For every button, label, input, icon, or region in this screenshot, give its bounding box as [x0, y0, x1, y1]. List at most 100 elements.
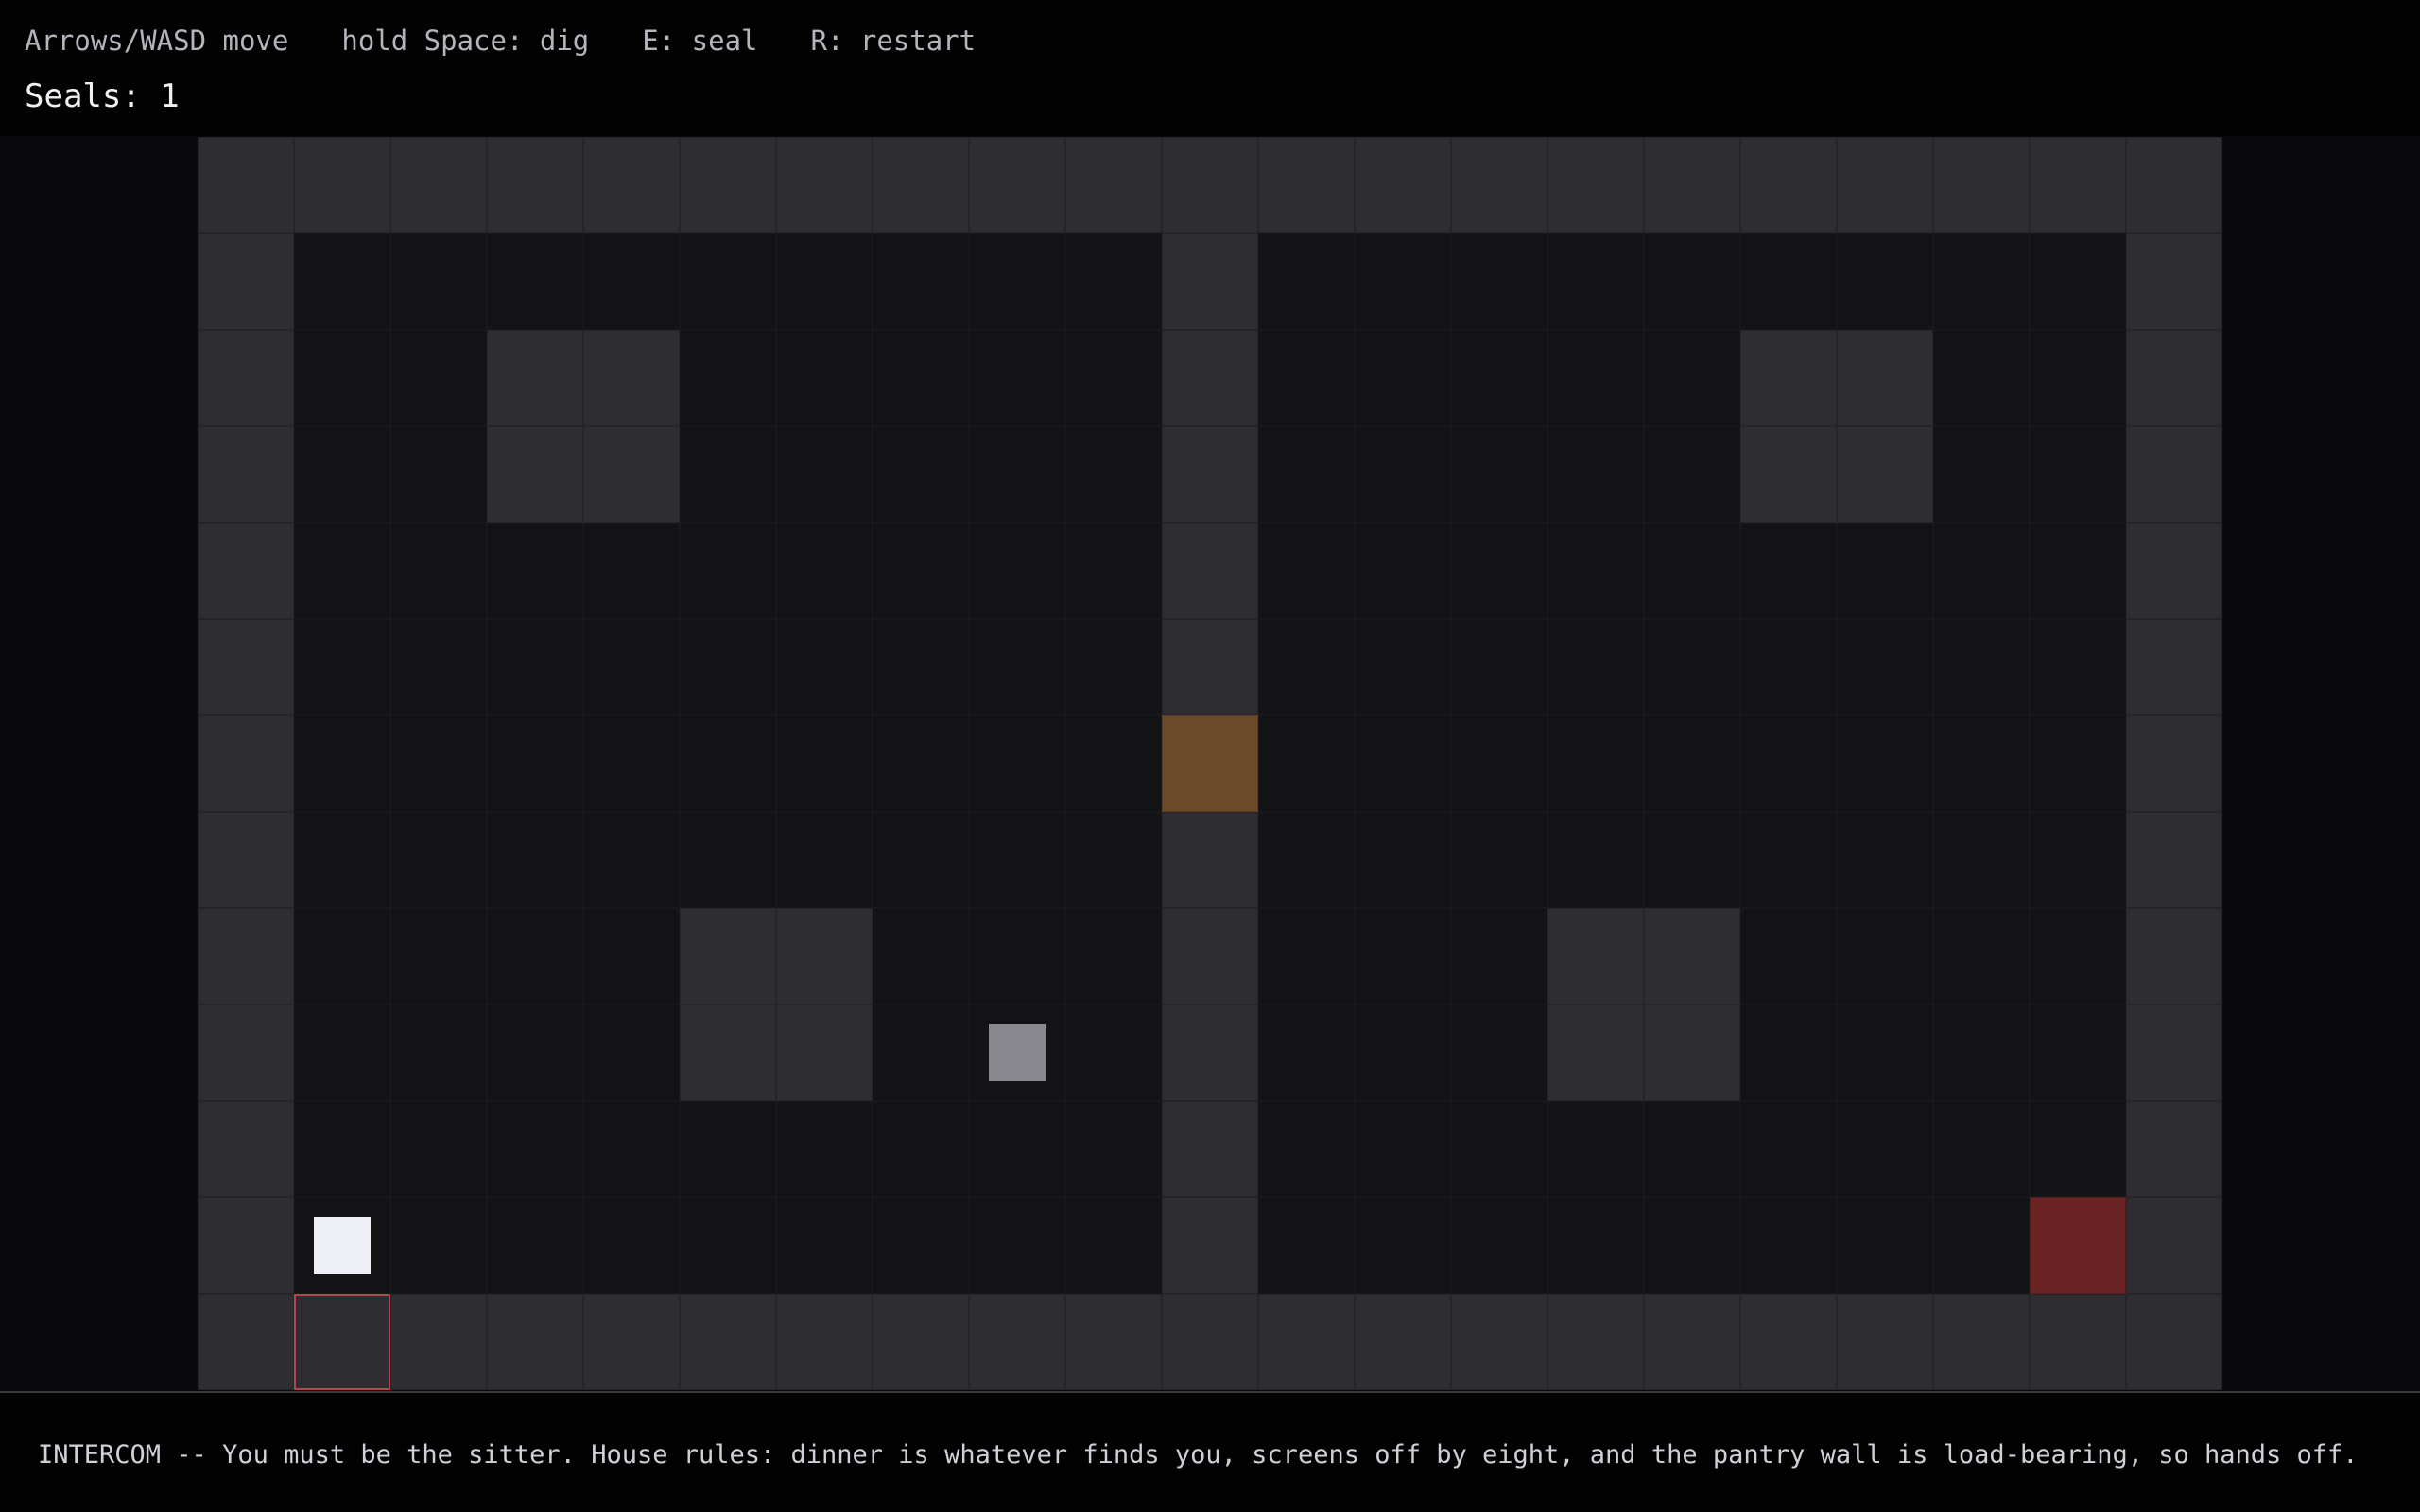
floor-tile: [1837, 1101, 1933, 1197]
wall-tile: [2126, 812, 2222, 908]
wall-tile: [2126, 1294, 2222, 1390]
floor-tile: [969, 619, 1065, 715]
wall-tile: [776, 137, 873, 233]
wall-tile: [1162, 908, 1258, 1005]
wall-tile: [2126, 1101, 2222, 1197]
floor-tile: [1933, 715, 2030, 812]
floor-tile: [969, 1197, 1065, 1294]
floor-tile: [294, 715, 390, 812]
wall-tile: [1451, 137, 1547, 233]
game-screen: Arrows/WASD move hold Space: dig E: seal…: [0, 0, 2420, 1512]
wall-tile: [776, 1294, 873, 1390]
wall-tile: [198, 137, 294, 233]
wall-tile: [776, 1005, 873, 1101]
floor-tile: [776, 523, 873, 619]
wall-tile: [198, 715, 294, 812]
wall-tile: [583, 426, 680, 523]
control-hint-restart: R: restart: [810, 25, 977, 57]
floor-tile: [1933, 812, 2030, 908]
wall-tile: [1740, 426, 1837, 523]
floor-tile: [873, 523, 969, 619]
floor-tile: [294, 523, 390, 619]
floor-tile: [487, 233, 583, 330]
wall-tile: [969, 1294, 1065, 1390]
floor-tile: [1837, 1197, 1933, 1294]
floor-tile: [1065, 426, 1162, 523]
wall-tile: [1644, 908, 1740, 1005]
wall-tile: [198, 233, 294, 330]
floor-tile: [873, 1005, 969, 1101]
floor-tile: [487, 812, 583, 908]
floor-tile: [2030, 715, 2126, 812]
exit-tile: [294, 1294, 390, 1390]
floor-tile: [1644, 233, 1740, 330]
floor-tile: [1547, 233, 1644, 330]
floor-tile: [1355, 812, 1451, 908]
floor-tile: [1258, 330, 1355, 426]
wall-tile: [1837, 1294, 1933, 1390]
floor-tile: [680, 1197, 776, 1294]
floor-tile: [776, 1197, 873, 1294]
wall-tile: [1451, 1294, 1547, 1390]
floor-tile: [1258, 715, 1355, 812]
floor-tile: [969, 426, 1065, 523]
floor-tile: [1355, 1197, 1451, 1294]
controls-hint: Arrows/WASD move hold Space: dig E: seal…: [25, 25, 976, 57]
floor-tile: [969, 523, 1065, 619]
wall-tile: [198, 330, 294, 426]
floor-tile: [390, 715, 487, 812]
floor-tile: [390, 619, 487, 715]
floor-tile: [487, 1101, 583, 1197]
floor-tile: [1547, 330, 1644, 426]
floor-tile: [680, 233, 776, 330]
floor-tile: [1258, 908, 1355, 1005]
floor-tile: [390, 330, 487, 426]
floor-tile: [1355, 233, 1451, 330]
wall-tile: [1162, 137, 1258, 233]
floor-tile: [1451, 523, 1547, 619]
floor-tile: [776, 619, 873, 715]
floor-tile: [1837, 715, 1933, 812]
wall-tile: [198, 1005, 294, 1101]
floor-tile: [2030, 812, 2126, 908]
floor-tile: [390, 1005, 487, 1101]
floor-tile: [776, 426, 873, 523]
floor-tile: [1355, 523, 1451, 619]
wall-tile: [1837, 330, 1933, 426]
floor-tile: [873, 233, 969, 330]
floor-tile: [1933, 1005, 2030, 1101]
floor-tile: [1644, 1197, 1740, 1294]
floor-tile: [390, 426, 487, 523]
wall-tile: [1162, 523, 1258, 619]
floor-tile: [390, 233, 487, 330]
floor-tile: [1258, 1005, 1355, 1101]
floor-tile: [680, 1101, 776, 1197]
floor-tile: [1933, 523, 2030, 619]
wall-tile: [2126, 426, 2222, 523]
wall-tile: [969, 137, 1065, 233]
floor-tile: [1740, 1197, 1837, 1294]
floor-tile: [1258, 1101, 1355, 1197]
floor-tile: [1451, 426, 1547, 523]
floor-tile: [583, 812, 680, 908]
wall-tile: [583, 1294, 680, 1390]
floor-tile: [1644, 426, 1740, 523]
floor-tile: [1644, 330, 1740, 426]
floor-tile: [390, 908, 487, 1005]
control-hint-dig: hold Space: dig: [341, 25, 590, 57]
floor-tile: [1740, 1101, 1837, 1197]
wall-tile: [873, 1294, 969, 1390]
floor-tile: [1355, 426, 1451, 523]
floor-tile: [1355, 1101, 1451, 1197]
floor-tile: [680, 619, 776, 715]
floor-tile: [1451, 330, 1547, 426]
wall-tile: [1258, 1294, 1355, 1390]
game-board[interactable]: [198, 137, 2222, 1390]
floor-tile: [390, 1197, 487, 1294]
floor-tile: [776, 1101, 873, 1197]
wall-tile: [1740, 137, 1837, 233]
floor-tile: [873, 619, 969, 715]
wall-tile: [198, 1101, 294, 1197]
floor-tile: [1065, 812, 1162, 908]
wall-tile: [1162, 1294, 1258, 1390]
